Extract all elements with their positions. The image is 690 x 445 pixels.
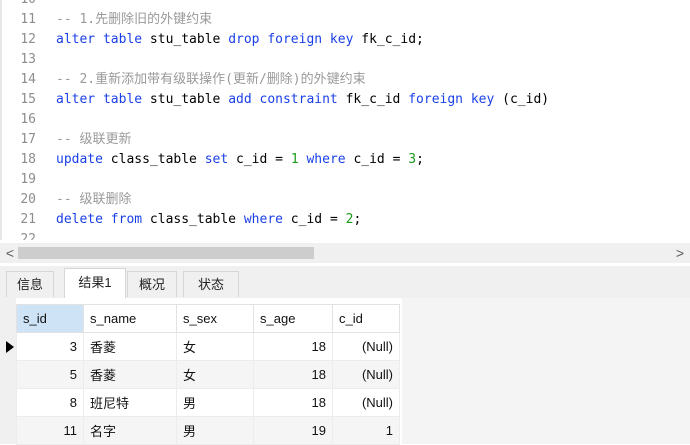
editor-horizontal-scrollbar[interactable]: < >	[0, 243, 690, 263]
code-text: -- 1.先删除旧的外键约束	[56, 10, 212, 30]
cell-s_age[interactable]: 19	[253, 416, 333, 445]
cell-s_sex[interactable]: 男	[176, 416, 254, 445]
table-row[interactable]: 3 香菱 女 18 (Null)	[16, 332, 400, 361]
cell-s_age[interactable]: 18	[253, 360, 333, 389]
column-header-s_sex[interactable]: s_sex	[176, 304, 254, 333]
code-token: alter table	[56, 32, 143, 47]
cell-s_id[interactable]: 5	[16, 360, 84, 389]
cell-s_id[interactable]: 3	[16, 332, 84, 361]
code-token: ;	[353, 212, 362, 227]
code-token: c_id =	[345, 152, 409, 167]
code-token: c_id =	[228, 152, 291, 167]
scroll-left-icon[interactable]: <	[2, 243, 18, 263]
column-header-s_name[interactable]: s_name	[83, 304, 177, 333]
line-number: 13	[20, 52, 36, 67]
code-text: -- 级联删除	[56, 190, 131, 210]
cell-s_id[interactable]: 11	[16, 416, 84, 445]
code-token: update	[56, 152, 103, 167]
cell-s_age[interactable]: 18	[253, 332, 333, 361]
code-token: fk_c_id	[337, 92, 409, 107]
code-token: -- 1.先删除旧的外键约束	[56, 12, 213, 27]
code-token: set	[204, 152, 229, 167]
table-row[interactable]: 5 香菱 女 18 (Null)	[16, 360, 400, 389]
code-token: c_id =	[282, 212, 346, 227]
line-number: 11	[20, 12, 36, 27]
tab-info[interactable]: 信息	[6, 271, 54, 297]
cell-s_id[interactable]: 8	[16, 388, 84, 417]
line-number: 12	[20, 32, 36, 47]
line-number: 14	[20, 72, 36, 87]
result-grid[interactable]: s_id s_name s_sex s_age c_id 3 香菱 女 18 (…	[0, 298, 690, 445]
line-number: 16	[20, 112, 36, 127]
cell-s_sex[interactable]: 女	[176, 360, 254, 389]
code-token: stu_table	[142, 92, 229, 107]
table-row[interactable]: 8 班尼特 男 18 (Null)	[16, 388, 400, 417]
cell-s_name[interactable]: 名字	[83, 416, 177, 445]
cell-s_name[interactable]: 香菱	[83, 332, 177, 361]
line-number: 21	[20, 212, 36, 227]
code-token: stu_table	[142, 32, 229, 47]
current-row-arrow-icon	[6, 341, 14, 353]
editor-gutter-edge	[0, 0, 2, 240]
table-header-row: s_id s_name s_sex s_age c_id	[16, 304, 400, 333]
code-text: update class_table set c_id = 1 where c_…	[56, 150, 424, 170]
code-token: where	[306, 152, 346, 167]
cell-s_sex[interactable]: 女	[176, 332, 254, 361]
code-token: (c_id)	[494, 92, 557, 107]
tab-result1[interactable]: 结果1	[64, 268, 126, 299]
line-number: 15	[20, 92, 36, 107]
cell-c_id[interactable]: 1	[332, 416, 400, 445]
code-token: 1	[290, 152, 299, 167]
code-token: ;	[416, 152, 424, 167]
line-number: 17	[20, 132, 36, 147]
column-header-s_age[interactable]: s_age	[253, 304, 333, 333]
line-number: 18	[20, 152, 36, 167]
line-number: 22	[20, 232, 36, 240]
code-token: add constraint	[228, 92, 338, 107]
grid-empty-area	[402, 298, 690, 444]
sql-editor[interactable]: 10 11 -- 1.先删除旧的外键约束 12 alter table stu_tabl…	[0, 0, 690, 240]
result-table[interactable]: s_id s_name s_sex s_age c_id 3 香菱 女 18 (…	[16, 304, 400, 445]
code-token: where	[243, 212, 283, 227]
scrollbar-thumb[interactable]	[18, 247, 314, 259]
line-number: 19	[20, 172, 36, 187]
code-token: class_table	[102, 152, 205, 167]
code-token: delete from	[56, 212, 143, 227]
code-text: -- 级联更新	[56, 130, 131, 150]
cell-c_id[interactable]: (Null)	[332, 388, 400, 417]
code-text: alter table stu_table drop foreign key f…	[56, 30, 424, 50]
code-token: alter table	[56, 92, 143, 107]
line-number: 20	[20, 192, 36, 207]
result-tabs: 信息 结果1 概况 状态	[0, 266, 690, 299]
cell-s_sex[interactable]: 男	[176, 388, 254, 417]
code-token: -- 级联更新	[56, 132, 132, 147]
code-token: -- 级联删除	[56, 192, 132, 207]
cell-s_age[interactable]: 18	[253, 388, 333, 417]
code-token: -- 2.重新添加带有级联操作(更新/删除)的外键约束	[56, 72, 366, 87]
code-token: 3	[408, 152, 417, 167]
code-text: delete from class_table where c_id = 2;	[56, 210, 361, 230]
cell-c_id[interactable]: (Null)	[332, 332, 400, 361]
code-text: alter table stu_table add constraint fk_…	[56, 90, 557, 110]
column-header-c_id[interactable]: c_id	[332, 304, 400, 333]
table-row[interactable]: 11 名字 男 19 1	[16, 416, 400, 445]
code-token: drop foreign key	[228, 32, 354, 47]
tab-profile[interactable]: 概况	[127, 271, 177, 297]
code-token: foreign key	[408, 92, 495, 107]
code-token: class_table	[142, 212, 244, 227]
code-text: -- 2.重新添加带有级联操作(更新/删除)的外键约束	[56, 70, 366, 90]
column-header-s_id[interactable]: s_id	[16, 304, 84, 333]
cell-s_name[interactable]: 香菱	[83, 360, 177, 389]
line-number: 10	[8, 0, 36, 10]
row-indicator-column	[0, 298, 16, 444]
code-token: fk_c_id;	[353, 32, 424, 47]
cell-s_name[interactable]: 班尼特	[83, 388, 177, 417]
cell-c_id[interactable]: (Null)	[332, 360, 400, 389]
scroll-right-icon[interactable]: >	[672, 243, 688, 263]
tab-status[interactable]: 状态	[183, 271, 239, 297]
